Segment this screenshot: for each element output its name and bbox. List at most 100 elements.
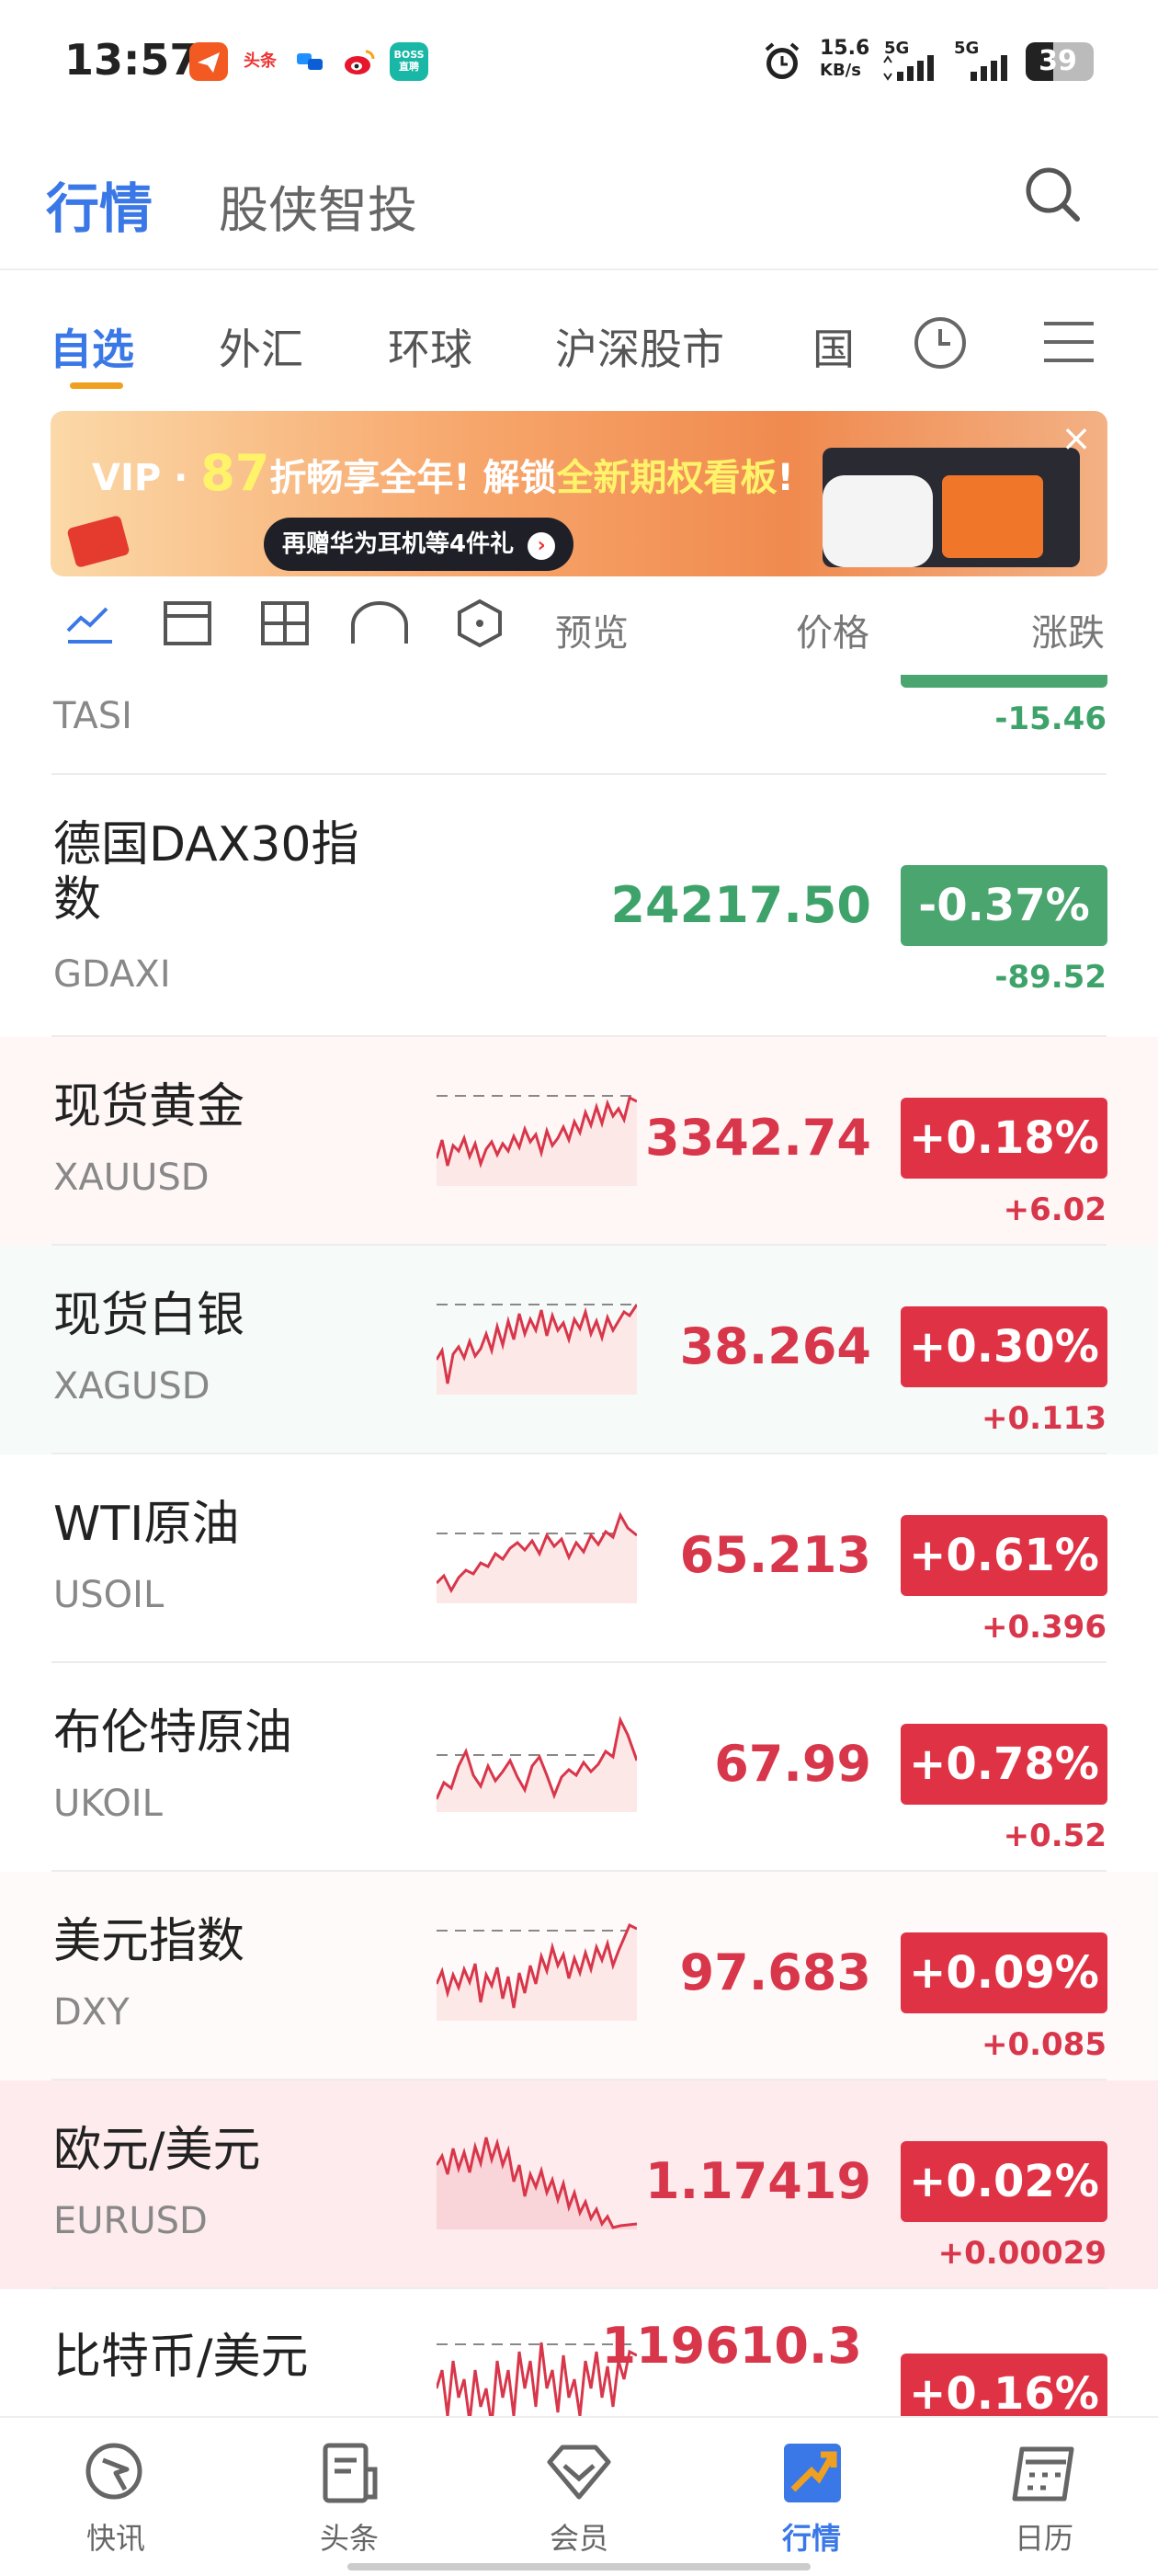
banner-suffix: ! bbox=[777, 457, 794, 499]
sparkline-chart bbox=[437, 1095, 637, 1186]
instrument-price: 24217.50 bbox=[610, 876, 871, 934]
instrument-code: DXY bbox=[53, 1991, 130, 2034]
abs-change: +6.02 bbox=[1003, 1191, 1107, 1228]
promo-banner[interactable]: VIP · 87折畅享全年! 解锁全新期权看板! 再赠华为耳机等4件礼 › × bbox=[51, 411, 1107, 576]
instrument-code: USOIL bbox=[53, 1574, 165, 1616]
tab-market[interactable]: 行情 bbox=[46, 165, 153, 243]
gift-box-image bbox=[942, 475, 1043, 558]
close-icon[interactable]: × bbox=[1056, 418, 1096, 459]
list-item-ukoil[interactable]: 布伦特原油 UKOIL 67.99 +0.78% +0.52 bbox=[0, 1663, 1158, 1872]
instrument-name: 布伦特原油 bbox=[53, 1705, 293, 1761]
abs-change: +0.00029 bbox=[937, 2235, 1107, 2272]
pct-change-badge: +0.78% bbox=[901, 1724, 1107, 1805]
list-item-xauusd[interactable]: 现货黄金 XAUUSD 3342.74 +0.18% +6.02 bbox=[0, 1037, 1158, 1246]
sparkline-chart bbox=[437, 1922, 637, 2021]
list-item-gdaxi[interactable]: 德国DAX30指数 GDAXI 24217.50 -0.37% -89.52 bbox=[0, 775, 1158, 1035]
line-chart-view-icon[interactable] bbox=[64, 598, 116, 649]
instrument-name: 美元指数 bbox=[53, 1914, 245, 1969]
preview-column-label: 预览 bbox=[555, 612, 629, 655]
home-indicator[interactable] bbox=[347, 2563, 811, 2570]
instrument-name: 现货白银 bbox=[53, 1288, 245, 1343]
tab-global[interactable]: 环球 bbox=[388, 316, 472, 377]
price-column-label[interactable]: 价格 bbox=[796, 603, 869, 656]
nav-headlines[interactable]: 头条 bbox=[276, 2436, 423, 2558]
tab-ai-invest[interactable]: 股侠智投 bbox=[219, 169, 417, 242]
list-item-xagusd[interactable]: 现货白银 XAGUSD 38.264 +0.30% +0.113 bbox=[0, 1246, 1158, 1454]
abs-change: +0.085 bbox=[981, 2026, 1107, 2063]
instrument-price: 38.264 bbox=[679, 1317, 871, 1375]
single-pane-view-icon[interactable] bbox=[162, 598, 213, 649]
net-speed-unit: KB/s bbox=[820, 61, 861, 80]
nav-label: 日历 bbox=[1014, 2521, 1073, 2556]
banner-sub-label: 再赠华为耳机等4件礼 bbox=[282, 530, 515, 558]
pct-change-badge: +0.16% bbox=[901, 2354, 1107, 2416]
market-icon bbox=[784, 2444, 841, 2502]
signal-bars-icon bbox=[882, 53, 947, 83]
tab-forex[interactable]: 外汇 bbox=[219, 316, 303, 377]
menu-icon[interactable] bbox=[1042, 320, 1096, 364]
change-column-label[interactable]: 涨跌 bbox=[1031, 603, 1105, 656]
tab-watchlist[interactable]: 自选 bbox=[50, 316, 134, 377]
sparkline-chart bbox=[437, 1304, 637, 1395]
search-icon[interactable] bbox=[1022, 164, 1083, 224]
instrument-code: XAUUSD bbox=[53, 1157, 210, 1199]
nav-member[interactable]: 会员 bbox=[505, 2436, 653, 2558]
banner-mid: 折畅享全年! 解锁 bbox=[269, 457, 557, 499]
clock-icon[interactable] bbox=[912, 314, 969, 371]
partial-row-code: TASI bbox=[53, 695, 132, 737]
header-divider bbox=[0, 268, 1158, 270]
signal-bars-icon-2 bbox=[969, 53, 1016, 83]
banner-sub-button[interactable]: 再赠华为耳机等4件礼 › bbox=[264, 518, 574, 571]
weibo-app-icon bbox=[340, 42, 379, 81]
battery-icon: 39 bbox=[1026, 42, 1094, 81]
nav-label: 行情 bbox=[781, 2521, 841, 2556]
pct-change-badge: +0.02% bbox=[901, 2141, 1107, 2222]
list-item-btcusd[interactable]: 比特币/美元 119610.3 +0.16% bbox=[0, 2289, 1158, 2416]
nav-market[interactable]: 行情 bbox=[738, 2436, 885, 2558]
battery-level: 39 bbox=[1039, 45, 1077, 77]
instrument-name: 现货黄金 bbox=[53, 1079, 245, 1134]
tab-domestic[interactable]: 国 bbox=[812, 316, 855, 377]
instrument-price: 97.683 bbox=[679, 1943, 871, 2001]
nav-label: 快讯 bbox=[85, 2521, 145, 2556]
partial-row-change: -15.46 bbox=[994, 701, 1107, 737]
nav-calendar[interactable]: 日历 bbox=[971, 2436, 1118, 2558]
pct-change-badge: +0.18% bbox=[901, 1098, 1107, 1179]
instrument-price: 1.17419 bbox=[645, 2152, 871, 2210]
sparkline-chart bbox=[437, 1715, 637, 1812]
tab-active-underline bbox=[70, 382, 123, 389]
pct-change-badge: +0.61% bbox=[901, 1515, 1107, 1596]
list-item-dxy[interactable]: 美元指数 DXY 97.683 +0.09% +0.085 bbox=[0, 1872, 1158, 2080]
instrument-price: 119610.3 bbox=[601, 2317, 862, 2375]
list-item-eurusd[interactable]: 欧元/美元 EURUSD 1.17419 +0.02% +0.00029 bbox=[0, 2080, 1158, 2289]
instrument-name: 比特币/美元 bbox=[53, 2330, 309, 2385]
hexagon-view-icon[interactable] bbox=[454, 598, 505, 649]
banner-discount: 87 bbox=[200, 444, 270, 502]
status-time: 13:57 bbox=[64, 35, 199, 85]
instrument-code: UKOIL bbox=[53, 1783, 163, 1825]
grid-view-icon[interactable] bbox=[259, 598, 311, 649]
instrument-price: 3342.74 bbox=[645, 1109, 871, 1167]
abs-change: +0.52 bbox=[1003, 1818, 1107, 1854]
sparkline-chart bbox=[437, 1511, 637, 1603]
list-item-usoil[interactable]: WTI原油 USOIL 65.213 +0.61% +0.396 bbox=[0, 1454, 1158, 1663]
nav-label: 会员 bbox=[549, 2521, 608, 2556]
instrument-name: 欧元/美元 bbox=[53, 2123, 261, 2178]
arch-view-icon[interactable] bbox=[349, 598, 408, 649]
pct-change-badge: -0.37% bbox=[901, 865, 1107, 946]
pct-change-badge: +0.30% bbox=[901, 1306, 1107, 1387]
headlines-icon bbox=[323, 2443, 378, 2503]
boss-app-icon: BOSS直聘 bbox=[390, 42, 428, 81]
calendar-icon bbox=[1012, 2446, 1074, 2502]
instrument-code: XAGUSD bbox=[53, 1365, 210, 1408]
instrument-code: EURUSD bbox=[53, 2200, 208, 2242]
nav-flash-news[interactable]: 快讯 bbox=[42, 2436, 189, 2558]
tab-a-shares[interactable]: 沪深股市 bbox=[555, 316, 724, 377]
paper-plane-app-icon bbox=[189, 42, 228, 81]
instrument-name: WTI原油 bbox=[53, 1497, 240, 1552]
sparkline-chart bbox=[437, 2137, 637, 2229]
nav-label: 头条 bbox=[319, 2521, 379, 2556]
arrow-right-icon: › bbox=[528, 532, 556, 560]
member-icon bbox=[547, 2445, 611, 2500]
instrument-price: 65.213 bbox=[679, 1526, 871, 1584]
